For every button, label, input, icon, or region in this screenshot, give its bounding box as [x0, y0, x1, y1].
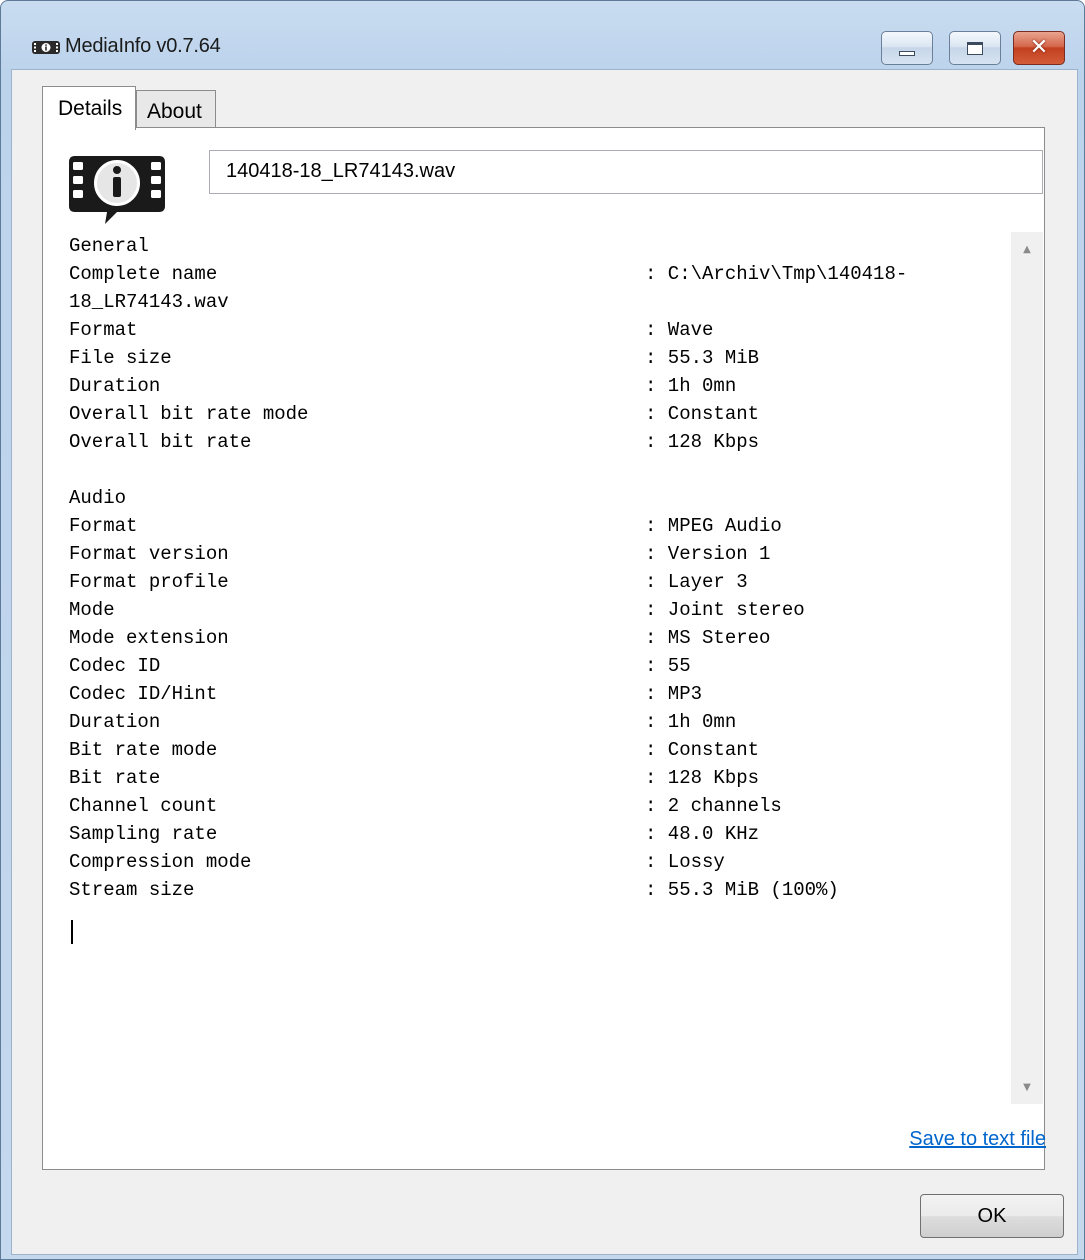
info-label: Channel count	[69, 795, 218, 817]
info-line: Duration : 1h 0mn	[69, 708, 1007, 736]
info-line: Bit rate mode : Constant	[69, 736, 1007, 764]
info-label: Duration	[69, 711, 161, 733]
info-line: Codec ID : 55	[69, 652, 1007, 680]
info-label: Format version	[69, 543, 229, 565]
info-line: Mode extension : MS Stereo	[69, 624, 1007, 652]
info-line: Mode : Joint stereo	[69, 596, 1007, 624]
info-value: : Joint stereo	[645, 599, 805, 621]
scroll-up-arrow-icon[interactable]: ▲	[1011, 232, 1043, 266]
info-line: Overall bit rate : 128 Kbps	[69, 428, 1007, 456]
info-label: Stream size	[69, 879, 195, 901]
info-line: Format version : Version 1	[69, 540, 1007, 568]
info-value: : 55	[645, 655, 691, 677]
info-line	[69, 456, 1007, 484]
info-label: File size	[69, 347, 172, 369]
tab-about[interactable]: About	[136, 90, 216, 128]
info-label: Codec ID/Hint	[69, 683, 218, 705]
info-label: Mode	[69, 599, 115, 621]
info-label: Compression mode	[69, 851, 252, 873]
info-value: : MP3	[645, 683, 703, 705]
info-line: Duration : 1h 0mn	[69, 372, 1007, 400]
info-value: : 1h 0mn	[645, 711, 737, 733]
info-label: Format	[69, 319, 138, 341]
tab-details[interactable]: Details	[42, 86, 136, 130]
info-value: : 1h 0mn	[645, 375, 737, 397]
info-value: : Version 1	[645, 543, 771, 565]
info-label: 18_LR74143.wav	[69, 291, 229, 313]
info-line: Codec ID/Hint : MP3	[69, 680, 1007, 708]
maximize-button[interactable]	[949, 31, 1001, 65]
info-value: : Lossy	[645, 851, 725, 873]
scroll-down-arrow-icon[interactable]: ▼	[1011, 1070, 1043, 1104]
info-label: Format profile	[69, 571, 229, 593]
info-value: : Layer 3	[645, 571, 748, 593]
info-label: Bit rate	[69, 767, 161, 789]
mediainfo-logo-icon	[69, 156, 165, 224]
media-info-textarea[interactable]: General Complete name : C:\Archiv\Tmp\1404…	[67, 232, 1043, 1104]
dialog-client-area: Details About 140418-18_LR74143.wav Gene…	[11, 69, 1078, 1255]
info-label: Bit rate mode	[69, 739, 218, 761]
info-line: Compression mode : Lossy	[69, 848, 1007, 876]
text-cursor	[71, 920, 73, 944]
info-line: Audio	[69, 484, 1007, 512]
info-label: Overall bit rate mode	[69, 403, 309, 425]
mediainfo-app-icon	[32, 41, 60, 54]
title-bar[interactable]: MediaInfo v0.7.64 ✕	[1, 1, 1084, 69]
minimize-button[interactable]	[881, 31, 933, 65]
info-line: File size : 55.3 MiB	[69, 344, 1007, 372]
info-line: Format : MPEG Audio	[69, 512, 1007, 540]
info-value: : C:\Archiv\Tmp\140418-	[645, 263, 908, 285]
info-label: General	[69, 235, 149, 257]
file-name-field[interactable]: 140418-18_LR74143.wav	[209, 150, 1043, 194]
info-label: Audio	[69, 487, 127, 509]
info-line: Channel count : 2 channels	[69, 792, 1007, 820]
info-line: Bit rate : 128 Kbps	[69, 764, 1007, 792]
info-line: Format profile : Layer 3	[69, 568, 1007, 596]
minimize-icon	[899, 50, 915, 56]
info-label: Complete name	[69, 263, 218, 285]
info-value: : Wave	[645, 319, 714, 341]
info-label: Codec ID	[69, 655, 161, 677]
info-label: Overall bit rate	[69, 431, 252, 453]
window-title: MediaInfo v0.7.64	[65, 35, 221, 57]
info-label: Sampling rate	[69, 823, 218, 845]
info-value: : 55.3 MiB (100%)	[645, 879, 839, 901]
info-value: : 128 Kbps	[645, 431, 760, 453]
info-value: : 2 channels	[645, 795, 782, 817]
ok-button[interactable]: OK	[920, 1194, 1064, 1238]
info-line: Overall bit rate mode : Constant	[69, 400, 1007, 428]
info-line: General	[69, 232, 1007, 260]
info-value: : 128 Kbps	[645, 767, 760, 789]
close-button[interactable]: ✕	[1013, 31, 1065, 65]
info-value: : Constant	[645, 739, 760, 761]
close-icon: ✕	[1029, 35, 1049, 60]
vertical-scrollbar[interactable]: ▲ ▼	[1011, 232, 1043, 1104]
info-line: Stream size : 55.3 MiB (100%)	[69, 876, 1007, 904]
info-value: : 55.3 MiB	[645, 347, 760, 369]
info-label: Duration	[69, 375, 161, 397]
info-value: : 48.0 KHz	[645, 823, 760, 845]
maximize-icon	[967, 41, 983, 55]
info-line: Sampling rate : 48.0 KHz	[69, 820, 1007, 848]
mediainfo-window: MediaInfo v0.7.64 ✕ Details About 140418…	[0, 0, 1085, 1260]
info-line: Format : Wave	[69, 316, 1007, 344]
details-panel: 140418-18_LR74143.wav General Complete na…	[42, 127, 1046, 1170]
save-to-text-file-link[interactable]: Save to text file	[909, 1128, 1046, 1151]
info-label: Format	[69, 515, 138, 537]
info-line: 18_LR74143.wav	[69, 288, 1007, 316]
info-value: : MS Stereo	[645, 627, 771, 649]
info-value: : Constant	[645, 403, 760, 425]
info-value: : MPEG Audio	[645, 515, 782, 537]
info-label: Mode extension	[69, 627, 229, 649]
info-line: Complete name : C:\Archiv\Tmp\140418-	[69, 260, 1007, 288]
media-info-text: General Complete name : C:\Archiv\Tmp\1404…	[69, 232, 1007, 1104]
